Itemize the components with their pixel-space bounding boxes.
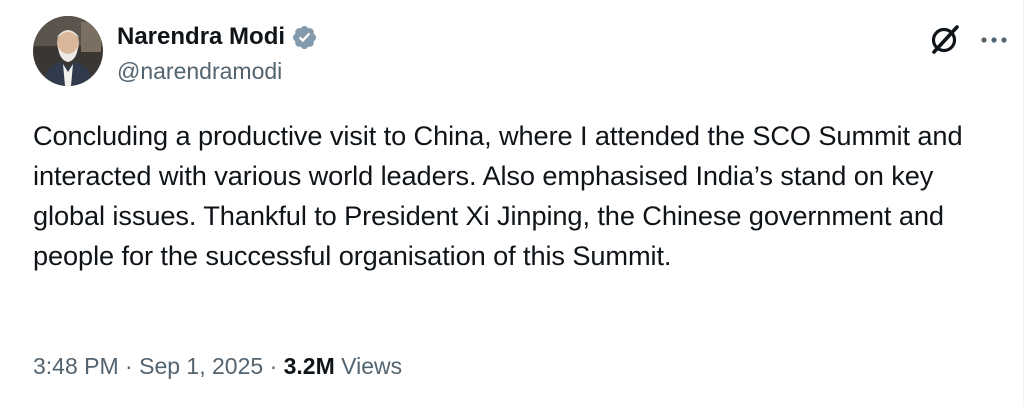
- views-label: Views: [341, 353, 403, 379]
- author-handle[interactable]: @narendramodi: [117, 56, 318, 86]
- tweet-meta: 3:48 PM · Sep 1, 2025 · 3.2M Views: [33, 350, 402, 382]
- author-avatar[interactable]: [33, 16, 103, 86]
- more-horizontal-icon[interactable]: [978, 24, 1010, 56]
- tweet-text: Concluding a productive visit to China, …: [33, 120, 963, 271]
- grok-icon[interactable]: [928, 22, 962, 56]
- meta-separator: ·: [125, 353, 133, 379]
- tweet-date[interactable]: Sep 1, 2025: [139, 353, 263, 379]
- name-row: Narendra Modi: [117, 21, 318, 53]
- avatar-image: [33, 16, 103, 86]
- meta-separator: ·: [269, 353, 278, 379]
- author-display-name[interactable]: Narendra Modi: [117, 21, 285, 53]
- tweet-card: Narendra Modi @narendramodi Concluding a…: [0, 0, 1024, 406]
- author-header: Narendra Modi @narendramodi: [117, 21, 318, 86]
- verified-badge-icon: [291, 24, 318, 51]
- views-count: 3.2M: [283, 353, 335, 379]
- tweet-time[interactable]: 3:48 PM: [33, 353, 119, 379]
